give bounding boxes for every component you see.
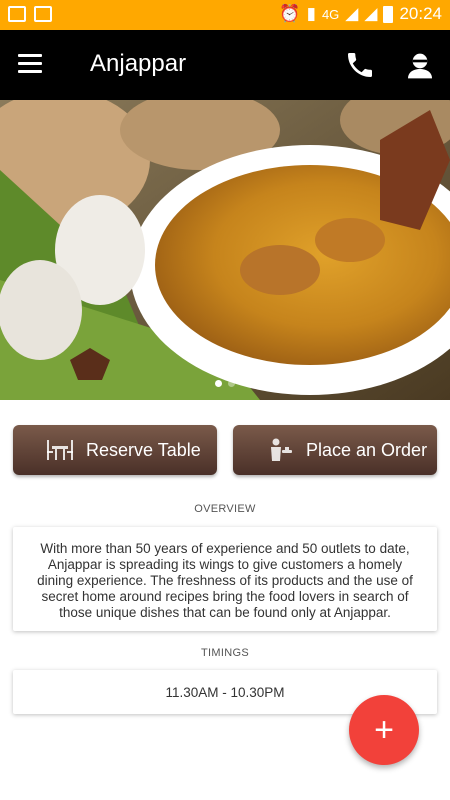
phone-icon[interactable] <box>344 49 376 81</box>
status-indicators: ⏰ ▮ 4G ◢ ◢ 20:24 <box>279 4 442 24</box>
overview-card: With more than 50 years of experience an… <box>13 527 437 631</box>
menu-icon[interactable] <box>18 54 42 74</box>
timings-value: 11.30AM - 10.30PM <box>165 684 285 700</box>
page-title: Anjappar <box>90 50 187 77</box>
reserve-table-button[interactable]: Reserve Table <box>13 425 217 475</box>
alarm-icon: ⏰ <box>279 4 301 23</box>
hero-carousel[interactable] <box>0 100 450 400</box>
place-order-label: Place an Order <box>306 439 428 460</box>
app-bar: Anjappar <box>0 30 450 100</box>
add-fab-button[interactable]: + <box>349 695 419 765</box>
hero-image <box>0 100 450 400</box>
signal-icon-2: ◢ <box>364 4 378 23</box>
place-order-button[interactable]: Place an Order <box>233 425 437 475</box>
status-notifications <box>8 6 52 22</box>
gallery-icon <box>8 6 26 22</box>
network-type: 4G <box>321 6 340 22</box>
carousel-indicator <box>0 380 450 387</box>
status-time: 20:24 <box>399 4 442 23</box>
sim-icon: ▮ <box>306 4 316 23</box>
carousel-dot[interactable] <box>228 380 235 387</box>
signal-icon: ◢ <box>345 4 359 23</box>
table-icon <box>47 440 73 460</box>
status-bar: ⏰ ▮ 4G ◢ ◢ 20:24 <box>0 0 450 30</box>
overview-text: With more than 50 years of experience an… <box>37 541 413 620</box>
account-icon[interactable] <box>404 49 436 81</box>
plus-icon: + <box>374 710 394 749</box>
battery-icon <box>383 5 394 23</box>
carousel-dot-active[interactable] <box>215 380 222 387</box>
waiter-icon <box>271 438 292 461</box>
mail-icon <box>34 6 52 22</box>
overview-heading: OVERVIEW <box>194 503 256 515</box>
timings-heading: TIMINGS <box>201 647 249 659</box>
reserve-table-label: Reserve Table <box>86 439 201 460</box>
